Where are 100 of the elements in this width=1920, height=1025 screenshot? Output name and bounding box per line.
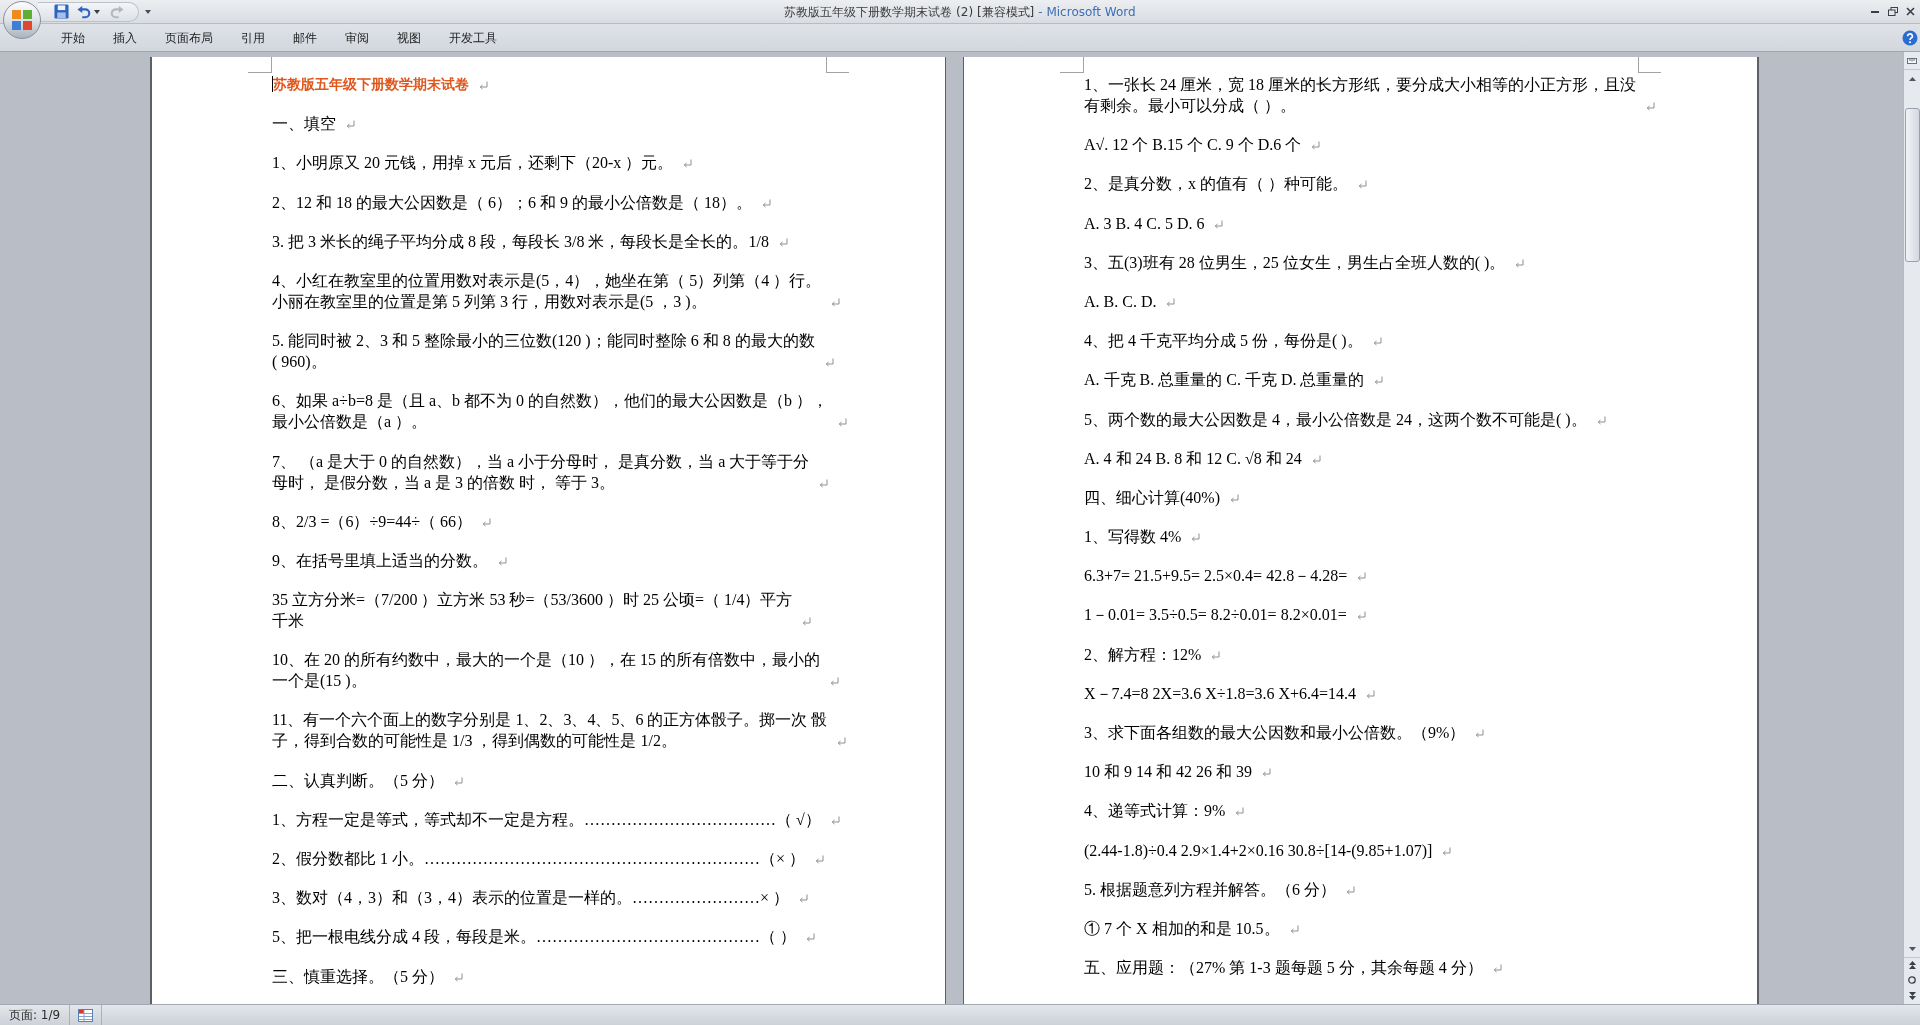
paragraph-text: A√. 12 个 B.15 个 C. 9 个 D.6 个 [1084,135,1302,156]
paragraph-mark-icon [1374,376,1384,386]
ribbon-tab[interactable]: 视图 [383,26,435,49]
paragraph-text: 4、小红在教室里的位置用数对表示是(5，4），她坐在第（ 5）列第（4 ）行。 小丽在教室里的位置是第 5 列第 3 行，用数对表示是(5 ，3 )。 [272,270,822,312]
previous-page-button[interactable] [1904,957,1920,972]
ribbon-tab[interactable]: 邮件 [279,26,331,49]
paragraph-text: 6、如果 a÷b=8 是（且 a、b 都不为 0 的自然数），他们的最大公因数是（b ）， 最小公倍数是（a ）。 [272,391,828,433]
up-arrow-icon [1908,76,1916,81]
paragraph-mark-icon [1311,454,1321,464]
ribbon-tab[interactable]: 引用 [227,26,279,49]
paragraph-text: 10 和 9 14 和 42 26 和 39 [1084,762,1252,783]
paragraph-text: 3. 把 3 米长的绳子平均分成 8 段，每段长 3/8 米，每段长是全长的。1/8 [272,231,769,252]
paragraph-text: 3、求下面各组数的最大公因数和最小公倍数。（9%） [1084,723,1466,743]
paragraph-text: 四、细心计算(40%) [1084,487,1220,508]
help-icon [1902,29,1918,46]
paragraph-text: A. B. C. D. [1084,291,1157,312]
paragraph-mark-icon [1646,102,1655,111]
paragraph-mark-icon [1235,807,1245,817]
margin-corner-icon [1638,57,1661,73]
paragraph-text: X－7.4=8 2X=3.6 X÷1.8=3.6 X+6.4=14.4 [1084,683,1357,704]
paragraph-mark-icon [802,617,812,627]
paragraph-mark-icon [1492,964,1502,974]
circle-icon [1908,976,1916,984]
paragraph-mark-icon [1515,258,1525,268]
caret-icon [94,9,100,14]
paragraph-mark-icon [1372,337,1382,347]
paragraph-text: A. 千克 B. 总重量的 C. 千克 D. 总重量的 [1084,370,1365,391]
ribbon-tab[interactable]: 开发工具 [435,26,511,49]
app-name: - Microsoft Word [1038,3,1136,21]
paragraph-text: 1、写得数 4% [1084,527,1182,548]
paragraph-mark-icon [1596,415,1606,425]
paragraph-mark-icon [1262,768,1271,778]
paragraph-mark-icon [762,198,771,208]
paragraph-text: 5、两个数的最大公因数是 4，最小公倍数是 24，这两个数不可能是( )。 [1084,409,1587,430]
ribbon-tab[interactable]: 审阅 [331,26,383,49]
paragraph-text: ① 7 个 X 相加的和是 10.5。 [1084,918,1280,939]
paragraph-text: 1、一张长 24 厘米，宽 18 厘米的长方形纸，要分成大小相等的小正方形，且没 有剩余。最小可以分成（ ）。 [1084,75,1636,116]
paragraph-text: 5. 能同时被 2、3 和 5 整除最小的三位数(120 )；能同时整除 6 和 8 的最大的数 ( 960)。 [272,331,815,373]
paragraph-text: 8、2/3 =（6）÷9=44÷（ 66） [272,511,473,532]
ribbon-tab[interactable]: 开始 [47,26,99,49]
paragraph-text: 11、有一个六个面上的数字分别是 1、2、3、4、5、6 的正方体骰子。掷一次 骰 子，得到合数的可能性是 1/3 ，得到偶数的可能性是 1/2。 [272,710,828,752]
paragraph-mark-icon [1289,924,1299,934]
paragraph-text: 1－0.01= 3.5÷0.5= 8.2÷0.01= 8.2×0.01= [1084,605,1347,626]
paragraph-text: 1、方程一定是等式，等式却不一定是方程。………………………………（ √） [272,809,821,830]
paragraph-text: 2、假分数都比 1 小。………………………………………………………（× ） [272,849,806,869]
margin-corner-icon [1060,57,1084,73]
ribbon-tab[interactable]: 插入 [99,26,151,49]
help-button[interactable] [1902,29,1918,46]
paragraph-text: A. 4 和 24 B. 8 和 12 C. √8 和 24 [1084,448,1302,469]
paragraph-mark-icon [799,894,809,904]
paragraph-mark-icon [1475,729,1485,738]
paragraph-text: 6.3+7= 21.5+9.5= 2.5×0.4= 42.8－4.28= [1084,566,1348,587]
paragraph-text: 三、慎重选择。（5 分） [272,966,444,987]
window-title: 苏教版五年级下册数学期末试卷 (2) [兼容模式] [784,3,1035,21]
paragraph-text: A. 3 B. 4 C. 5 D. 6 [1084,213,1205,234]
paragraph-text: 二、认真判断。（5 分） [272,770,444,791]
paragraph-mark-icon [1358,180,1367,190]
paragraph-mark-icon [454,972,463,982]
paragraph-mark-icon [815,855,825,864]
paragraph-text: 2、12 和 18 的最大公因数是（ 6）；6 和 9 的最小公倍数是（ 18）。 [272,192,752,213]
paragraph-mark-icon [1230,493,1239,503]
paragraph-mark-icon [824,358,834,368]
ribbon-tab[interactable]: 页面布局 [151,26,227,49]
paragraph-text: 1、小明原又 20 元钱，用掉 x 元后，还剩下（20-x ）元。 [272,153,674,174]
redo-arrow-icon [110,4,124,19]
paragraph-mark-icon [498,556,507,566]
paragraph-mark-icon [1191,533,1201,543]
undo-arrow-icon [77,4,91,19]
save-button[interactable] [52,2,71,21]
ruler-icon [1907,55,1917,66]
paragraph-text: 3、五(3)班有 28 位男生，25 位女生，男生占全班人数的( )。 [1084,252,1506,273]
paragraph-mark-icon [1356,611,1366,621]
paragraph-mark-icon [479,81,488,90]
close-icon [1906,7,1915,16]
margin-corner-icon [248,57,272,73]
paragraph-mark-icon [1357,572,1367,582]
paragraph-mark-icon [1166,297,1176,307]
document-title: 苏教版五年级下册数学期末试卷 [273,76,469,94]
paragraph-text: 4、递等式计算：9% [1084,801,1226,822]
caret-icon [145,9,151,14]
paragraph-text: 4、把 4 千克平均分成 5 份，每份是( )。 [1084,331,1363,352]
paragraph-text: 35 立方分米=（7/200 ）立方米 53 秒=（53/3600 ）时 25 公顷=（ 1/4）平方 千米 [272,590,793,632]
scrollbar-thumb[interactable] [1904,108,1920,262]
paragraph-text: 2、是真分数，x 的值有（ ）种可能。 [1084,174,1348,195]
paragraph-mark-icon [819,478,829,488]
paragraph-text: 7、 （a 是大于 0 的自然数），当 a 小于分母时， 是真分数，当 a 大于等于分 母时， 是假分数，当 a 是 3 的倍数 时， 等于 3。 [272,451,810,493]
paragraph-mark-icon [830,677,839,687]
margin-corner-icon [826,57,849,73]
paragraph-mark-icon [454,776,463,786]
paragraph-mark-icon [1211,650,1221,660]
down-arrow-icon [1908,947,1916,951]
restore-button[interactable] [1885,4,1900,19]
paragraph-text: 10、在 20 的所有约数中，最大的一个是（10 ），在 15 的所有倍数中，最小的 一个是(15 )。 [272,650,820,692]
double-up-arrow-icon [1908,961,1916,969]
page-number-indicator[interactable]: 页面: 1/9 [0,1005,71,1025]
document-grid-icon [78,1008,94,1022]
minimize-icon [1870,10,1879,13]
paragraph-mark-icon [838,418,847,428]
paragraph-text: 9、在括号里填上适当的分数。 [272,550,488,571]
paragraph-text: 5. 根据题意列方程并解答。（6 分） [1084,879,1336,900]
